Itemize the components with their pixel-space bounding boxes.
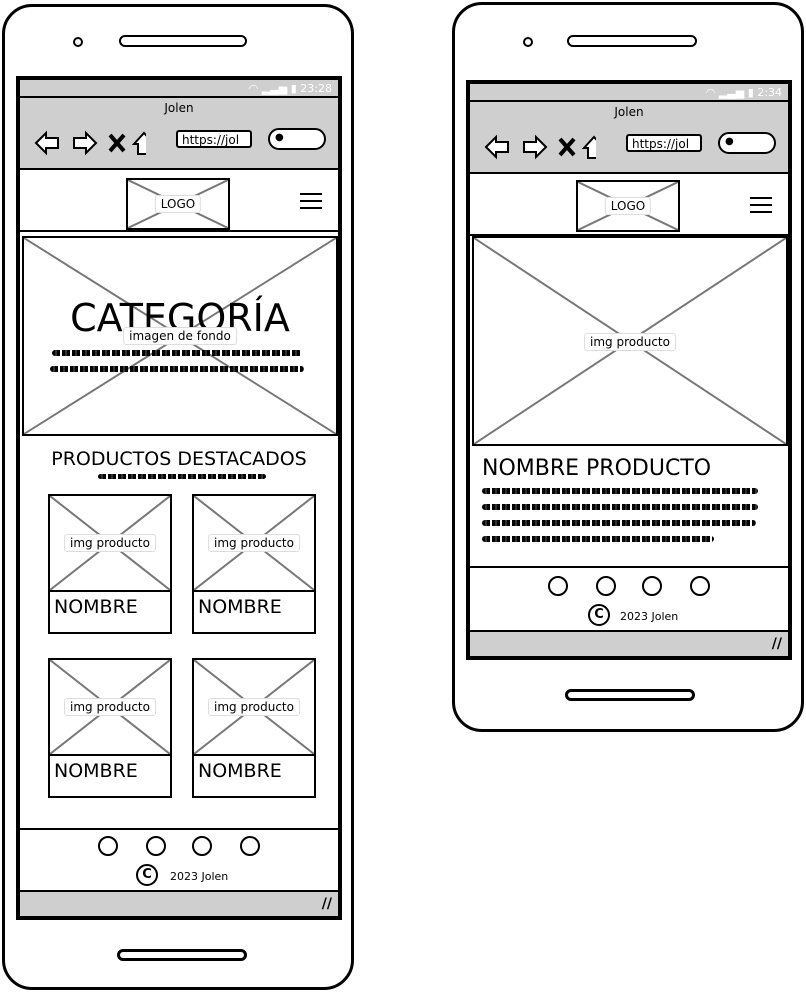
social-circle-icon[interactable]	[192, 836, 212, 856]
product-description-line-1	[482, 488, 758, 494]
speaker-grille	[567, 35, 697, 47]
home-button[interactable]	[565, 689, 695, 701]
product-name: NOMBRE	[54, 760, 138, 782]
copyright-icon: C	[588, 604, 610, 626]
wifi-icon: ◠	[705, 86, 716, 99]
social-circle-icon[interactable]	[548, 576, 568, 596]
resize-grip-icon[interactable]: //	[322, 896, 332, 912]
hero-background-image: CATEGORÍA imagen de fondo	[22, 236, 338, 436]
social-circle-icon[interactable]	[98, 836, 118, 856]
browser-title: Jolen	[164, 101, 194, 115]
product-image-label: img producto	[584, 333, 676, 351]
section-title: PRODUCTOS DESTACADOS	[51, 448, 307, 470]
forward-arrow-icon[interactable]	[73, 130, 98, 156]
product-name: NOMBRE	[198, 760, 282, 782]
battery-icon: ▮	[747, 86, 754, 99]
product-image: img producto	[194, 660, 314, 756]
camera-icon	[523, 37, 533, 47]
wifi-icon: ◠	[248, 82, 259, 95]
product-image-label: img producto	[208, 698, 300, 716]
home-icon[interactable]	[581, 135, 596, 159]
camera-icon	[73, 37, 83, 47]
phone-screen-right: ◠ ▂▃▅ ▮ 2:34 Jolen https://jol ● LOGO im…	[466, 80, 792, 660]
site-header: LOGO	[20, 172, 338, 232]
close-icon[interactable]	[108, 133, 126, 153]
browser-nav-icons	[34, 130, 146, 156]
product-image: img producto	[194, 496, 314, 592]
product-image-label: img producto	[64, 534, 156, 552]
product-name: NOMBRE	[54, 596, 138, 618]
hero-text-line-1	[52, 350, 302, 356]
product-card[interactable]: img producto NOMBRE	[192, 494, 316, 634]
browser-search-field[interactable]: ●	[718, 132, 776, 154]
browser-toolbar: Jolen https://jol ●	[20, 98, 338, 170]
browser-title: Jolen	[614, 105, 644, 119]
social-circle-icon[interactable]	[642, 576, 662, 596]
product-image-label: img producto	[64, 698, 156, 716]
social-circle-icon[interactable]	[240, 836, 260, 856]
social-circle-icon[interactable]	[596, 576, 616, 596]
product-image: img producto	[50, 660, 170, 756]
back-arrow-icon[interactable]	[484, 134, 509, 160]
browser-nav-icons	[484, 134, 596, 160]
section-subtitle-line	[98, 474, 266, 479]
phone-screen-left: ◠ ▂▃▅ ▮ 23:28 Jolen https://jol ● LOGO C…	[16, 76, 342, 920]
signal-icon: ▂▃▅	[261, 82, 288, 95]
logo[interactable]: LOGO	[576, 180, 680, 232]
product-name: NOMBRE	[198, 596, 282, 618]
product-title: NOMBRE PRODUCTO	[482, 456, 712, 481]
site-footer: C 2023 Jolen	[470, 566, 788, 634]
status-time: 2:34	[757, 86, 782, 99]
hero-text-line-2	[50, 366, 304, 372]
product-description-line-3	[482, 520, 756, 526]
url-field[interactable]: https://jol	[176, 130, 252, 148]
hero-image-label: imagen de fondo	[123, 327, 237, 345]
home-button[interactable]	[117, 949, 247, 961]
copyright-icon: C	[136, 864, 158, 886]
social-circle-icon[interactable]	[146, 836, 166, 856]
forward-arrow-icon[interactable]	[523, 134, 548, 160]
copyright-text: 2023 Jolen	[170, 870, 229, 883]
product-description-line-2	[482, 504, 758, 510]
product-description-line-4	[482, 536, 714, 542]
product-image: img producto	[50, 496, 170, 592]
site-header: LOGO	[470, 176, 788, 236]
back-arrow-icon[interactable]	[34, 130, 59, 156]
logo-label: LOGO	[604, 197, 652, 215]
copyright-text: 2023 Jolen	[620, 610, 679, 623]
bottom-bar: //	[470, 630, 788, 656]
status-bar: ◠ ▂▃▅ ▮ 23:28	[20, 80, 338, 98]
logo-label: LOGO	[154, 195, 202, 213]
social-circle-icon[interactable]	[690, 576, 710, 596]
browser-search-field[interactable]: ●	[268, 128, 326, 150]
bottom-bar: //	[20, 890, 338, 916]
hamburger-menu-icon[interactable]	[300, 188, 322, 214]
browser-toolbar: Jolen https://jol ●	[470, 102, 788, 174]
product-card[interactable]: img producto NOMBRE	[48, 658, 172, 798]
status-time: 23:28	[300, 82, 332, 95]
resize-grip-icon[interactable]: //	[772, 636, 782, 652]
signal-icon: ▂▃▅	[718, 86, 745, 99]
close-icon[interactable]	[558, 137, 576, 157]
search-icon: ●	[725, 136, 734, 147]
status-bar: ◠ ▂▃▅ ▮ 2:34	[470, 84, 788, 102]
speaker-grille	[119, 35, 247, 47]
site-footer: C 2023 Jolen	[20, 828, 338, 894]
logo[interactable]: LOGO	[126, 178, 230, 230]
hamburger-menu-icon[interactable]	[750, 192, 772, 218]
url-field[interactable]: https://jol	[626, 134, 702, 152]
product-card[interactable]: img producto NOMBRE	[48, 494, 172, 634]
battery-icon: ▮	[290, 82, 297, 95]
product-card[interactable]: img producto NOMBRE	[192, 658, 316, 798]
product-main-image: img producto	[472, 236, 788, 446]
search-icon: ●	[275, 132, 284, 143]
product-image-label: img producto	[208, 534, 300, 552]
home-icon[interactable]	[131, 131, 146, 155]
